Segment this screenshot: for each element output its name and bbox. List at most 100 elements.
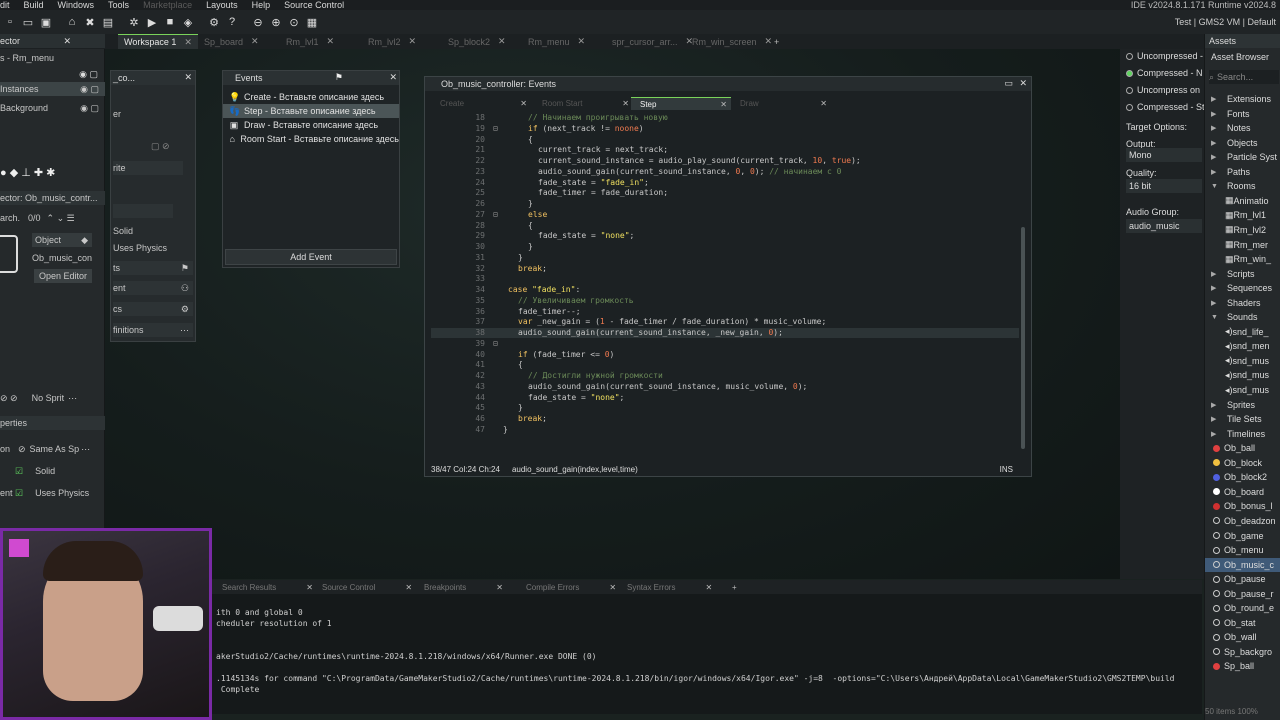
asset-item[interactable]: ▦ Rm_mer (1205, 238, 1280, 252)
menu-help[interactable]: Help (252, 0, 271, 10)
asset-item[interactable]: ▦ Animatio (1205, 194, 1280, 208)
export-icon[interactable]: ▤ (100, 14, 116, 30)
asset-item[interactable]: ◂) snd_life_ (1205, 325, 1280, 339)
fold-icon[interactable]: ⊟ (493, 210, 498, 219)
code-line[interactable]: 34 case "fade_in": (431, 285, 1019, 295)
close-icon[interactable]: ✕ (327, 36, 335, 47)
asset-item[interactable]: Ob_board (1205, 485, 1280, 499)
asset-item[interactable]: Ob_deadzon (1205, 514, 1280, 528)
output-console[interactable]: ith 0 and global 0 cheduler resolution of… (212, 594, 1202, 714)
menu-source-control[interactable]: Source Control (284, 0, 344, 10)
code-line[interactable]: 30} (431, 242, 1019, 252)
asset-item[interactable]: ▶ Objects (1205, 136, 1280, 150)
event-tab[interactable]: Room Start ✕ (533, 97, 633, 110)
open-editor-button[interactable]: Open Editor (34, 269, 92, 283)
edit-icons[interactable]: ▢ ⊘ (151, 141, 170, 152)
code-line[interactable]: 19 if (next_track != noone) (431, 124, 1019, 134)
field[interactable] (113, 204, 173, 218)
close-icon[interactable]: ✕ (705, 583, 712, 592)
code-line[interactable]: 23 audio_sound_gain(current_sound_instanc… (431, 167, 1019, 177)
compression-option[interactable]: Compressed - St (1126, 100, 1205, 114)
code-line[interactable]: 39 (431, 339, 1019, 349)
events-button[interactable]: ts ⚑ (113, 261, 193, 275)
layer-tools-icons[interactable]: ● ◆ ⊥ ✚ ✱ (0, 165, 55, 179)
output-tab[interactable]: Syntax Errors ✕ (617, 580, 712, 594)
code-line[interactable]: 24 fade_state = "fade_in"; (431, 178, 1019, 188)
add-tab-icon[interactable]: + (768, 34, 785, 49)
pin-icon[interactable]: ◆ (81, 235, 88, 246)
layer-background[interactable]: Background ◉ ▢ (0, 101, 105, 115)
clean-icon[interactable]: ✖ (82, 14, 98, 30)
asset-item[interactable]: ▶ Sprites (1205, 398, 1280, 412)
code-line[interactable]: 35 // Увеличиваем громкость (431, 296, 1019, 306)
code-line[interactable]: 41 { (431, 360, 1019, 370)
menu-dit[interactable]: dit (0, 0, 10, 10)
output-tab[interactable]: Compile Errors ✕ (516, 580, 616, 594)
asset-item[interactable]: ▶ Sequences (1205, 281, 1280, 295)
event-tab[interactable]: Step ✕ (631, 97, 731, 110)
asset-item[interactable]: ▶ Tile Sets (1205, 412, 1280, 426)
event-tab[interactable]: Draw ✕ (731, 97, 831, 110)
output-tab[interactable]: Breakpoints ✕ (414, 580, 503, 594)
close-icon[interactable]: ✕ (251, 36, 259, 47)
asset-item[interactable]: ◂) snd_mus (1205, 368, 1280, 382)
run-icon[interactable]: ▶ (144, 14, 160, 30)
asset-item[interactable]: ◂) snd_mus (1205, 383, 1280, 397)
code-line[interactable]: 42 // Достигли нужной громкости (431, 371, 1019, 381)
add-event-button[interactable]: Add Event (225, 249, 397, 265)
zoom-in-icon[interactable]: ⊕ (268, 14, 284, 30)
workspace-tab[interactable]: Rm_menu ✕ (522, 34, 591, 49)
code-line[interactable]: 47} (431, 425, 1019, 435)
asset-item[interactable]: Ob_ball (1205, 441, 1280, 455)
clean-build-icon[interactable]: ◈ (180, 14, 196, 30)
assets-tab[interactable]: Assets (1205, 34, 1280, 48)
workspace-tab[interactable]: Workspace 1 ✕ (118, 34, 198, 49)
settings-icon[interactable]: ⚙ (206, 14, 222, 30)
workspace-tab[interactable]: Rm_lvl2 ✕ (362, 34, 422, 49)
runtime-target[interactable]: Test | GMS2 VM | Default (1175, 17, 1276, 27)
close-icon[interactable]: ✕ (622, 99, 629, 108)
menu-marketplace[interactable]: Marketplace (143, 0, 192, 10)
code-line[interactable]: 18 // Начинаем проигрывать новую (431, 113, 1019, 123)
code-line[interactable]: 46 break; (431, 414, 1019, 424)
help-icon[interactable]: ? (224, 14, 240, 30)
workspace-tab[interactable]: Sp_board ✕ (198, 34, 265, 49)
asset-item[interactable]: Ob_bonus_l (1205, 499, 1280, 513)
output-tab[interactable]: Source Control ✕ (312, 580, 412, 594)
code-line[interactable]: 40 if (fade_timer <= 0) (431, 350, 1019, 360)
build-icon[interactable]: ⌂ (64, 14, 80, 30)
asset-item[interactable]: ▦ Rm_lvl2 (1205, 223, 1280, 237)
close-icon[interactable]: ✕ (609, 583, 616, 592)
asset-item[interactable]: Ob_music_c (1205, 557, 1280, 572)
search-input[interactable]: arch. (0, 213, 20, 223)
close-icon[interactable]: ✕ (720, 100, 727, 109)
close-icon[interactable]: ✕ (405, 583, 412, 592)
output-select[interactable]: Mono (1126, 148, 1202, 162)
fold-icon[interactable]: ⊟ (493, 124, 498, 133)
sprite-field[interactable]: rite (113, 161, 183, 175)
open-folder-icon[interactable]: ▭ (20, 14, 36, 30)
code-line[interactable]: 26} (431, 199, 1019, 209)
mask-selector[interactable]: ⊘ Same As Sp ⋯ (18, 442, 90, 456)
close-icon[interactable]: ✕ (389, 72, 397, 83)
menu-windows[interactable]: Windows (58, 0, 95, 10)
close-icon[interactable]: ✕ (498, 36, 506, 47)
code-area[interactable]: 18 // Начинаем проигрывать новую 19 if (nex… (431, 113, 1019, 463)
asset-item[interactable]: ▶ Shaders (1205, 296, 1280, 310)
asset-item[interactable]: Ob_round_e (1205, 601, 1280, 615)
eye-icon[interactable]: ◉ ▢ (80, 84, 99, 95)
asset-item[interactable]: Sp_backgro (1205, 645, 1280, 659)
grid-icon[interactable]: ▦ (304, 14, 320, 30)
workspace-tab[interactable]: Sp_block2 ✕ (442, 34, 512, 49)
debug-icon[interactable]: ✲ (126, 14, 142, 30)
code-line[interactable]: 32 break; (431, 264, 1019, 274)
save-icon[interactable]: ▣ (38, 14, 54, 30)
audio-group-select[interactable]: audio_music (1126, 219, 1202, 233)
asset-item[interactable]: ◂) snd_men (1205, 339, 1280, 353)
asset-item[interactable]: ▼ Sounds (1205, 310, 1280, 324)
code-line[interactable]: 33 (431, 274, 1019, 284)
asset-item[interactable]: ▦ Rm_lvl1 (1205, 208, 1280, 222)
new-file-icon[interactable]: ▫ (2, 14, 18, 30)
close-icon[interactable]: ✕ (820, 99, 827, 108)
event-tab[interactable]: Create ✕ (431, 97, 531, 110)
